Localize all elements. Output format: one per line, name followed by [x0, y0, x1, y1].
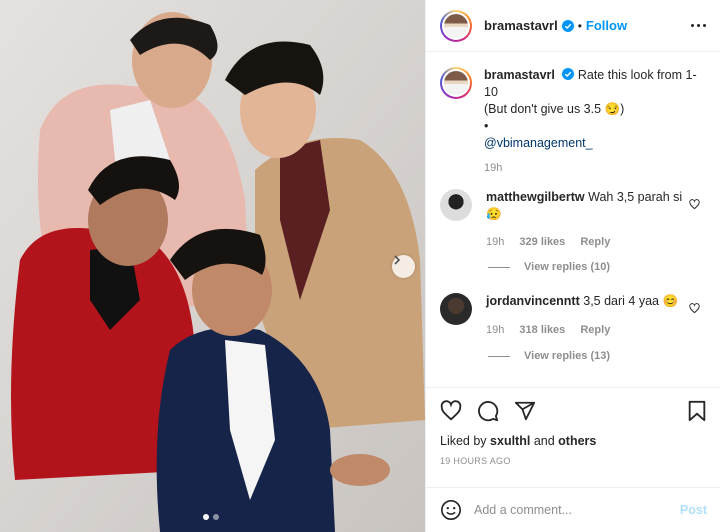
- post-header: bramastavrl • Follow: [426, 0, 720, 52]
- post-comment-button[interactable]: Post: [680, 503, 707, 517]
- header-separator: •: [577, 18, 582, 33]
- share-icon: [514, 401, 536, 421]
- carousel-dot: [213, 514, 219, 520]
- caption-avatar[interactable]: [440, 67, 472, 99]
- liked-by-prefix: Liked by: [440, 434, 487, 448]
- liked-by-user[interactable]: sxulthl: [490, 434, 530, 448]
- carousel-next-button[interactable]: [392, 255, 415, 278]
- comment-emoji: 😥: [486, 207, 502, 221]
- comment-username[interactable]: jordanvincenntt: [486, 294, 580, 308]
- comment-button[interactable]: [477, 400, 499, 422]
- comment-item: jordanvincenntt 3,5 dari 4 yaa 😊 19h 318…: [440, 293, 708, 339]
- reply-button[interactable]: Reply: [580, 236, 610, 248]
- comment-time: 19h: [486, 324, 505, 336]
- liked-by-and: and: [533, 434, 555, 448]
- verified-badge-icon: [562, 68, 575, 80]
- comment-text: Wah 3,5 parah si: [588, 190, 683, 204]
- comment-time: 19h: [486, 236, 505, 248]
- caption-bullet: •: [484, 119, 489, 133]
- post-actions: Liked by sxulthl and others 19 HOURS AGO: [426, 387, 720, 466]
- verified-badge-icon: [561, 19, 574, 32]
- post-timestamp: 19 HOURS AGO: [440, 456, 511, 466]
- comment-avatar[interactable]: [440, 189, 472, 221]
- caption-username[interactable]: bramastavrl: [484, 68, 555, 82]
- comment-icon: [478, 401, 499, 422]
- caption-time: 19h: [484, 162, 503, 174]
- save-button[interactable]: [687, 400, 707, 422]
- comment-username[interactable]: matthewgilbertw: [486, 190, 585, 204]
- bookmark-icon: [688, 400, 706, 422]
- avatar[interactable]: [440, 9, 472, 42]
- author-username[interactable]: bramastavrl: [484, 18, 558, 33]
- emoji-icon[interactable]: [440, 499, 462, 521]
- chevron-right-icon: [394, 255, 401, 265]
- caption-mention-link[interactable]: @vbimanagement_: [484, 136, 593, 150]
- comment-likes[interactable]: 318 likes: [519, 324, 565, 336]
- comment-item: matthewgilbertw Wah 3,5 parah si 😥 19h 3…: [440, 189, 708, 251]
- view-replies-button[interactable]: View replies (10): [488, 261, 610, 273]
- view-replies-button[interactable]: View replies (13): [488, 350, 610, 362]
- caption: bramastavrl Rate this look from 1- 10 (B…: [440, 67, 708, 177]
- share-button[interactable]: [514, 400, 536, 422]
- more-options-icon[interactable]: [691, 24, 706, 27]
- liked-by-summary: Liked by sxulthl and others: [426, 434, 720, 448]
- post-photo: [0, 0, 425, 532]
- heart-icon[interactable]: [689, 303, 700, 314]
- comment-text: 3,5 dari 4 yaa: [583, 294, 659, 308]
- comment-composer: Post: [426, 487, 720, 532]
- caption-text-line1: Rate this look from 1-: [577, 68, 697, 82]
- follow-button[interactable]: Follow: [586, 18, 627, 33]
- reply-button[interactable]: Reply: [580, 324, 610, 336]
- liked-by-others[interactable]: others: [558, 434, 596, 448]
- comment-input[interactable]: [474, 503, 680, 517]
- comment-emoji: 😊: [662, 294, 679, 308]
- comment-likes[interactable]: 329 likes: [519, 236, 565, 248]
- caption-text-line2: 10: [484, 85, 498, 99]
- heart-icon: [440, 400, 462, 421]
- comments-list: bramastavrl Rate this look from 1- 10 (B…: [426, 53, 720, 386]
- carousel-indicator: [203, 514, 219, 520]
- like-button[interactable]: [440, 400, 462, 422]
- comment-avatar[interactable]: [440, 293, 472, 325]
- photo-illustration: [0, 0, 425, 532]
- post-sidebar: bramastavrl • Follow bramastavrl Rate th…: [425, 0, 720, 532]
- carousel-dot-active: [203, 514, 209, 520]
- heart-icon[interactable]: [689, 199, 700, 210]
- caption-text-line3: (But don't give us 3.5 😏): [484, 102, 625, 116]
